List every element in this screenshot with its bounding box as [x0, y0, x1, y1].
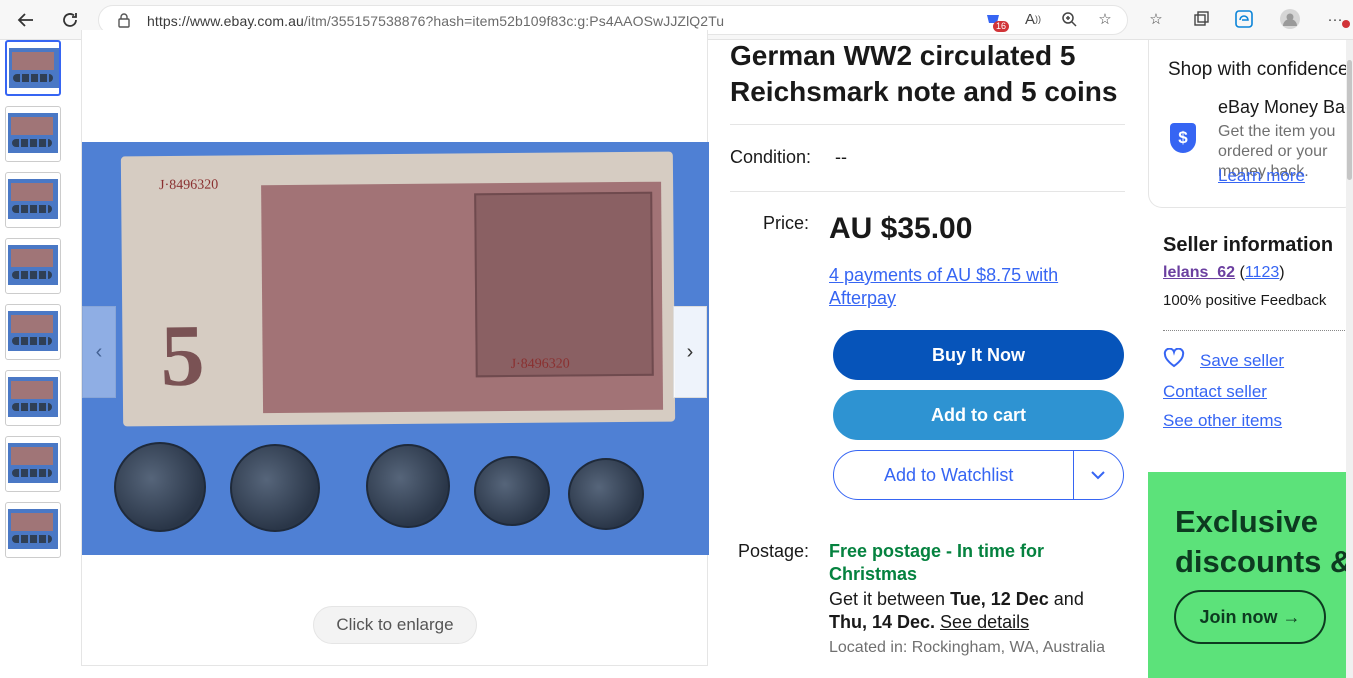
main-image-frame: J·8496320 J·8496320 5 ‹ › Click to enlar… [81, 30, 709, 666]
buy-it-now-button[interactable]: Buy It Now [833, 330, 1124, 380]
condition-label: Condition: [730, 147, 812, 167]
product-photo[interactable]: J·8496320 J·8496320 5 [82, 142, 709, 555]
coin-image [230, 444, 320, 532]
watchlist-divider [1073, 451, 1074, 499]
listing-title: German WW2 circulated 5 Reichsmark note … [730, 40, 1118, 107]
next-image-button[interactable]: › [673, 306, 707, 398]
zoom-icon[interactable] [1058, 8, 1080, 30]
shopping-extension-icon[interactable]: 16 [982, 8, 1009, 32]
thumbnail-6[interactable] [5, 370, 61, 426]
profile-avatar-icon[interactable] [1279, 8, 1301, 30]
thumbnail-2[interactable] [5, 106, 61, 162]
free-postage-text: Free postage - In time for Christmas [829, 541, 1045, 584]
shield-dollar-icon: $ [1170, 123, 1196, 153]
coin-image [366, 444, 450, 528]
thumbnail-7[interactable] [5, 436, 61, 492]
coin-image [114, 442, 206, 532]
postage-label: Postage: [738, 541, 810, 561]
save-seller-link[interactable]: Save seller [1200, 351, 1284, 371]
thumbnail-8[interactable] [5, 502, 61, 558]
divider [1163, 330, 1353, 331]
contact-seller-link[interactable]: Contact seller [1163, 382, 1267, 402]
delivery-estimate: Get it between Tue, 12 Dec and Thu, 14 D… [829, 589, 1084, 632]
join-now-button[interactable]: Join now → [1174, 590, 1326, 644]
see-other-items-link[interactable]: See other items [1163, 411, 1282, 431]
feedback-count-link[interactable]: 1123 [1245, 264, 1279, 281]
favorites-icon[interactable]: ☆ [1145, 8, 1167, 30]
afterpay-link[interactable]: 4 payments of AU $8.75 with Afterpay [829, 264, 1099, 310]
seller-name-row: lelans_62 (1123) [1163, 264, 1285, 281]
divider [730, 191, 1125, 192]
note-denomination: 5 [160, 307, 206, 406]
thumbnail-1[interactable] [5, 40, 61, 96]
divider [730, 124, 1125, 125]
seller-feedback: 100% positive Feedback [1163, 292, 1327, 309]
banknote-image: J·8496320 J·8496320 5 [120, 151, 676, 427]
thumbnail-4[interactable] [5, 238, 61, 294]
collections-icon[interactable] [1190, 8, 1212, 30]
shop-confidence-title: Shop with confidence [1168, 59, 1349, 80]
more-menu-icon[interactable]: ··· [1324, 8, 1350, 30]
edge-icon[interactable] [1233, 8, 1255, 30]
refresh-icon[interactable] [58, 8, 82, 32]
money-back-title: eBay Money Back [1218, 97, 1353, 117]
chevron-right-icon: › [686, 340, 694, 363]
note-serial: J·8496320 [159, 177, 219, 194]
portrait-image [474, 191, 654, 378]
thumbnail-3[interactable] [5, 172, 61, 228]
scrollbar-thumb[interactable] [1347, 60, 1352, 180]
click-to-enlarge-button[interactable]: Click to enlarge [313, 606, 477, 644]
coin-image [568, 458, 644, 530]
price-value: AU $35.00 [829, 212, 973, 245]
seller-username-link[interactable]: lelans_62 [1163, 264, 1235, 281]
watchlist-dropdown-button[interactable] [1075, 452, 1121, 498]
promo-headline: Exclusive discounts & [1175, 504, 1353, 579]
chevron-down-icon [1091, 471, 1105, 480]
learn-more-link[interactable]: Learn more [1218, 166, 1305, 186]
coin-image [474, 456, 550, 526]
see-details-link[interactable]: See details [940, 612, 1029, 632]
back-icon[interactable] [14, 8, 38, 32]
promo-banner[interactable]: Exclusive discounts & Join now → [1148, 472, 1353, 678]
thumbnail-5[interactable] [5, 304, 61, 360]
heart-icon[interactable] [1163, 347, 1185, 374]
read-aloud-icon[interactable]: A)) [1022, 8, 1044, 30]
add-to-cart-button[interactable]: Add to cart [833, 390, 1124, 440]
url-text: https://www.ebay.com.au/itm/355157538876… [147, 13, 725, 29]
condition-value: -- [835, 147, 847, 167]
note-serial-2: J·8496320 [510, 356, 570, 373]
seller-info-title: Seller information [1163, 234, 1334, 256]
price-label: Price: [763, 213, 810, 233]
add-favorite-icon[interactable]: ☆ [1094, 8, 1116, 30]
prev-image-button[interactable]: ‹ [82, 306, 116, 398]
chevron-left-icon: ‹ [95, 340, 103, 363]
item-location: Located in: Rockingham, WA, Australia [829, 639, 1105, 656]
extension-badge: 16 [992, 21, 1009, 32]
